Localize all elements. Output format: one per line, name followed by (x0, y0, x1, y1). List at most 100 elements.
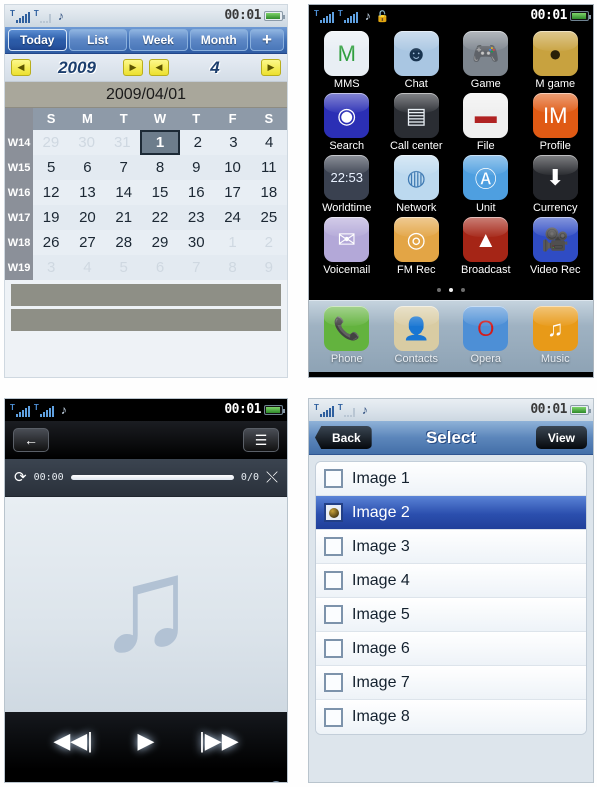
calendar-day[interactable]: 11 (251, 155, 287, 180)
calendar-day[interactable]: 26 (33, 230, 69, 255)
voicemail-icon[interactable]: ✉ (324, 217, 370, 262)
list-item[interactable]: Image 3 (316, 530, 586, 564)
calendar-day[interactable]: 4 (251, 130, 287, 155)
app-voicemail[interactable]: ✉ Voicemail (312, 217, 382, 277)
playlist-icon[interactable]: ☰ (243, 428, 279, 452)
dock-app-phone[interactable]: 📞 Phone (312, 306, 382, 372)
calendar-day[interactable]: 7 (106, 155, 142, 180)
calendar-day[interactable]: 25 (251, 205, 287, 230)
tab-week[interactable]: Week (129, 29, 188, 51)
calendar-day[interactable]: 3 (216, 130, 252, 155)
next-track-button[interactable]: |▶▶ (199, 728, 239, 754)
calendar-day[interactable]: 8 (214, 255, 250, 280)
currency-icon[interactable]: ⬇ (532, 155, 578, 200)
shuffle-icon[interactable]: ⤬ (266, 470, 278, 485)
dock-app-music[interactable]: ♫ Music (521, 306, 591, 372)
game-icon[interactable]: 🎮 (463, 31, 509, 76)
calendar-day[interactable]: 27 (69, 230, 105, 255)
file-icon[interactable]: ▬ (463, 93, 509, 138)
back-arrow-icon[interactable]: ← (13, 428, 49, 452)
calendar-day[interactable]: 28 (106, 230, 142, 255)
calendar-day[interactable]: 1 (214, 230, 250, 255)
app-broadcast[interactable]: ▲ Broadcast (451, 217, 521, 277)
view-button[interactable]: View (535, 426, 587, 449)
app-worldtime[interactable]: 22:53 Worldtime (312, 155, 382, 215)
checkbox-icon[interactable] (324, 605, 343, 624)
calendar-day[interactable]: 5 (106, 255, 142, 280)
app-fm-rec[interactable]: ◎ FM Rec (382, 217, 452, 277)
calendar-day[interactable]: 15 (142, 180, 178, 205)
calendar-day[interactable]: 9 (251, 255, 287, 280)
calendar-day[interactable]: 30 (69, 130, 105, 155)
checkbox-icon[interactable] (324, 639, 343, 658)
list-item[interactable]: Image 6 (316, 632, 586, 666)
calendar-day[interactable]: 2 (180, 130, 216, 155)
calendar-day[interactable]: 3 (33, 255, 69, 280)
app-game[interactable]: 🎮 Game (451, 31, 521, 91)
contacts-icon[interactable]: 👤 (393, 306, 439, 351)
event-slot[interactable] (11, 284, 281, 306)
list-item[interactable]: Image 7 (316, 666, 586, 700)
calendar-day[interactable]: 21 (106, 205, 142, 230)
mms-icon[interactable]: M (324, 31, 370, 76)
app-unit[interactable]: Ⓐ Unit (451, 155, 521, 215)
opera-icon[interactable]: O (463, 306, 509, 351)
calendar-day[interactable]: 30 (178, 230, 214, 255)
checkbox-checked-icon[interactable] (324, 503, 343, 522)
list-item[interactable]: Image 4 (316, 564, 586, 598)
add-event-button[interactable]: + (250, 29, 284, 51)
music-icon[interactable]: ♫ (532, 306, 578, 351)
calendar-day[interactable]: 2 (251, 230, 287, 255)
app-profile[interactable]: IM Profile (521, 93, 591, 153)
calendar-day[interactable]: 18 (251, 180, 287, 205)
page-dot-2[interactable] (461, 288, 465, 292)
repeat-icon[interactable]: ⟳ (14, 470, 27, 485)
back-button[interactable]: Back (315, 426, 372, 449)
calendar-day[interactable]: 29 (142, 230, 178, 255)
calendar-day[interactable]: 4 (69, 255, 105, 280)
checkbox-icon[interactable] (324, 673, 343, 692)
prev-year-button[interactable]: ◀ (11, 59, 31, 76)
dock-app-opera[interactable]: O Opera (451, 306, 521, 372)
app-video-rec[interactable]: 🎥 Video Rec (521, 217, 591, 277)
calendar-day[interactable]: 5 (33, 155, 69, 180)
app-network[interactable]: ◍ Network (382, 155, 452, 215)
calendar-day[interactable]: 19 (33, 205, 69, 230)
tab-today[interactable]: Today (8, 29, 67, 51)
tab-month[interactable]: Month (189, 29, 248, 51)
network-icon[interactable]: ◍ (393, 155, 439, 200)
calendar-day[interactable]: 20 (69, 205, 105, 230)
search-icon[interactable]: ◉ (324, 93, 370, 138)
m-game-icon[interactable]: ● (532, 31, 578, 76)
calendar-day[interactable]: 8 (142, 155, 178, 180)
app-search[interactable]: ◉ Search (312, 93, 382, 153)
fm-rec-icon[interactable]: ◎ (393, 217, 439, 262)
calendar-day[interactable]: 6 (142, 255, 178, 280)
call-center-icon[interactable]: ▤ (393, 93, 439, 138)
calendar-day[interactable]: 31 (104, 130, 140, 155)
calendar-day[interactable]: 10 (214, 155, 250, 180)
dock-app-contacts[interactable]: 👤 Contacts (382, 306, 452, 372)
calendar-day[interactable]: 23 (178, 205, 214, 230)
calendar-day[interactable]: 22 (142, 205, 178, 230)
list-item[interactable]: Image 5 (316, 598, 586, 632)
phone-icon[interactable]: 📞 (324, 306, 370, 351)
list-item[interactable]: Image 1 (316, 462, 586, 496)
broadcast-icon[interactable]: ▲ (463, 217, 509, 262)
list-item[interactable]: Image 2 (316, 496, 586, 530)
next-year-button[interactable]: ▶ (123, 59, 143, 76)
play-button[interactable]: ▶ (138, 728, 155, 754)
checkbox-icon[interactable] (324, 469, 343, 488)
list-item[interactable]: Image 8 (316, 700, 586, 734)
calendar-day[interactable]: 17 (214, 180, 250, 205)
calendar-day[interactable]: 14 (106, 180, 142, 205)
calendar-day[interactable]: 6 (69, 155, 105, 180)
calendar-day[interactable]: 9 (178, 155, 214, 180)
tab-list[interactable]: List (68, 29, 127, 51)
app-m-game[interactable]: ● M game (521, 31, 591, 91)
calendar-day[interactable]: 13 (69, 180, 105, 205)
unit-icon[interactable]: Ⓐ (463, 155, 509, 200)
page-dot-1[interactable] (449, 288, 453, 292)
checkbox-icon[interactable] (324, 707, 343, 727)
calendar-day[interactable]: 16 (178, 180, 214, 205)
